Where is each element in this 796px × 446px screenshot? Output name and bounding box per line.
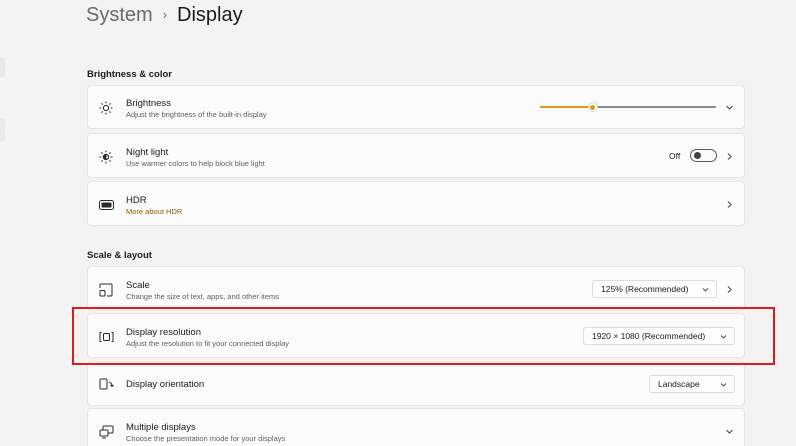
display-resolution-subtitle: Adjust the resolution to fit your connec… xyxy=(126,339,290,348)
chevron-right-icon[interactable] xyxy=(724,199,734,209)
multiple-displays-title: Multiple displays xyxy=(126,422,196,433)
hdr-title: HDR xyxy=(126,195,147,206)
multiple-displays-card[interactable]: Multiple displays Choose the presentatio… xyxy=(87,408,745,446)
breadcrumb-separator: › xyxy=(162,6,168,22)
sun-icon xyxy=(98,100,114,116)
chevron-down-icon xyxy=(701,285,709,293)
scale-title: Scale xyxy=(126,280,150,291)
night-light-icon xyxy=(98,149,114,165)
night-light-subtitle: Use warmer colors to help block blue lig… xyxy=(126,159,265,168)
display-resolution-dropdown[interactable]: 1920 × 1080 (Recommended) xyxy=(583,327,735,345)
chevron-down-icon xyxy=(719,380,727,388)
chevron-right-icon[interactable] xyxy=(724,151,734,161)
display-orientation-dropdown[interactable]: Landscape xyxy=(649,375,735,393)
display-orientation-title: Display orientation xyxy=(126,379,205,390)
chevron-down-icon[interactable] xyxy=(724,102,734,112)
display-orientation-dropdown-value: Landscape xyxy=(658,379,700,389)
page-title: Display xyxy=(177,3,243,26)
scale-subtitle: Change the size of text, apps, and other… xyxy=(126,292,280,301)
chevron-down-icon[interactable] xyxy=(724,426,734,436)
night-light-state-label: Off xyxy=(669,151,681,161)
section-title-brightness-color: Brightness & color xyxy=(87,69,172,80)
display-resolution-title: Display resolution xyxy=(126,327,201,338)
breadcrumb: System › Display xyxy=(86,1,243,29)
nav-pane-edge xyxy=(0,0,8,446)
hdr-icon xyxy=(98,197,114,213)
slider-thumb[interactable] xyxy=(587,102,598,112)
night-light-toggle[interactable] xyxy=(690,149,717,162)
scale-dropdown[interactable]: 125% (Recommended) xyxy=(592,280,717,298)
brightness-slider[interactable] xyxy=(540,102,716,112)
brightness-title: Brightness xyxy=(126,98,171,109)
display-resolution-dropdown-value: 1920 × 1080 (Recommended) xyxy=(592,331,706,341)
breadcrumb-system-link[interactable]: System xyxy=(86,4,153,27)
display-resolution-card[interactable]: Display resolution Adjust the resolution… xyxy=(87,313,745,358)
hdr-card[interactable]: HDR More about HDR xyxy=(87,181,745,226)
scale-icon xyxy=(98,282,114,298)
scale-card[interactable]: Scale Change the size of text, apps, and… xyxy=(87,266,745,311)
resolution-icon xyxy=(98,329,114,345)
night-light-title: Night light xyxy=(126,147,169,158)
multiple-displays-subtitle: Choose the presentation mode for your di… xyxy=(126,434,286,443)
scale-dropdown-value: 125% (Recommended) xyxy=(601,284,689,294)
slider-fill xyxy=(540,106,593,108)
night-light-card[interactable]: Night light Use warmer colors to help bl… xyxy=(87,133,745,178)
chevron-right-icon[interactable] xyxy=(724,284,734,294)
brightness-subtitle: Adjust the brightness of the built-in di… xyxy=(126,110,267,119)
multiple-displays-icon xyxy=(98,424,114,440)
section-title-scale-layout: Scale & layout xyxy=(87,250,152,261)
chevron-down-icon xyxy=(719,332,727,340)
nav-pane-fragment xyxy=(0,57,5,77)
orientation-icon xyxy=(98,377,114,393)
hdr-more-link[interactable]: More about HDR xyxy=(126,207,182,217)
nav-pane-selected-fragment xyxy=(0,118,5,142)
display-orientation-card[interactable]: Display orientation Landscape xyxy=(87,361,745,406)
